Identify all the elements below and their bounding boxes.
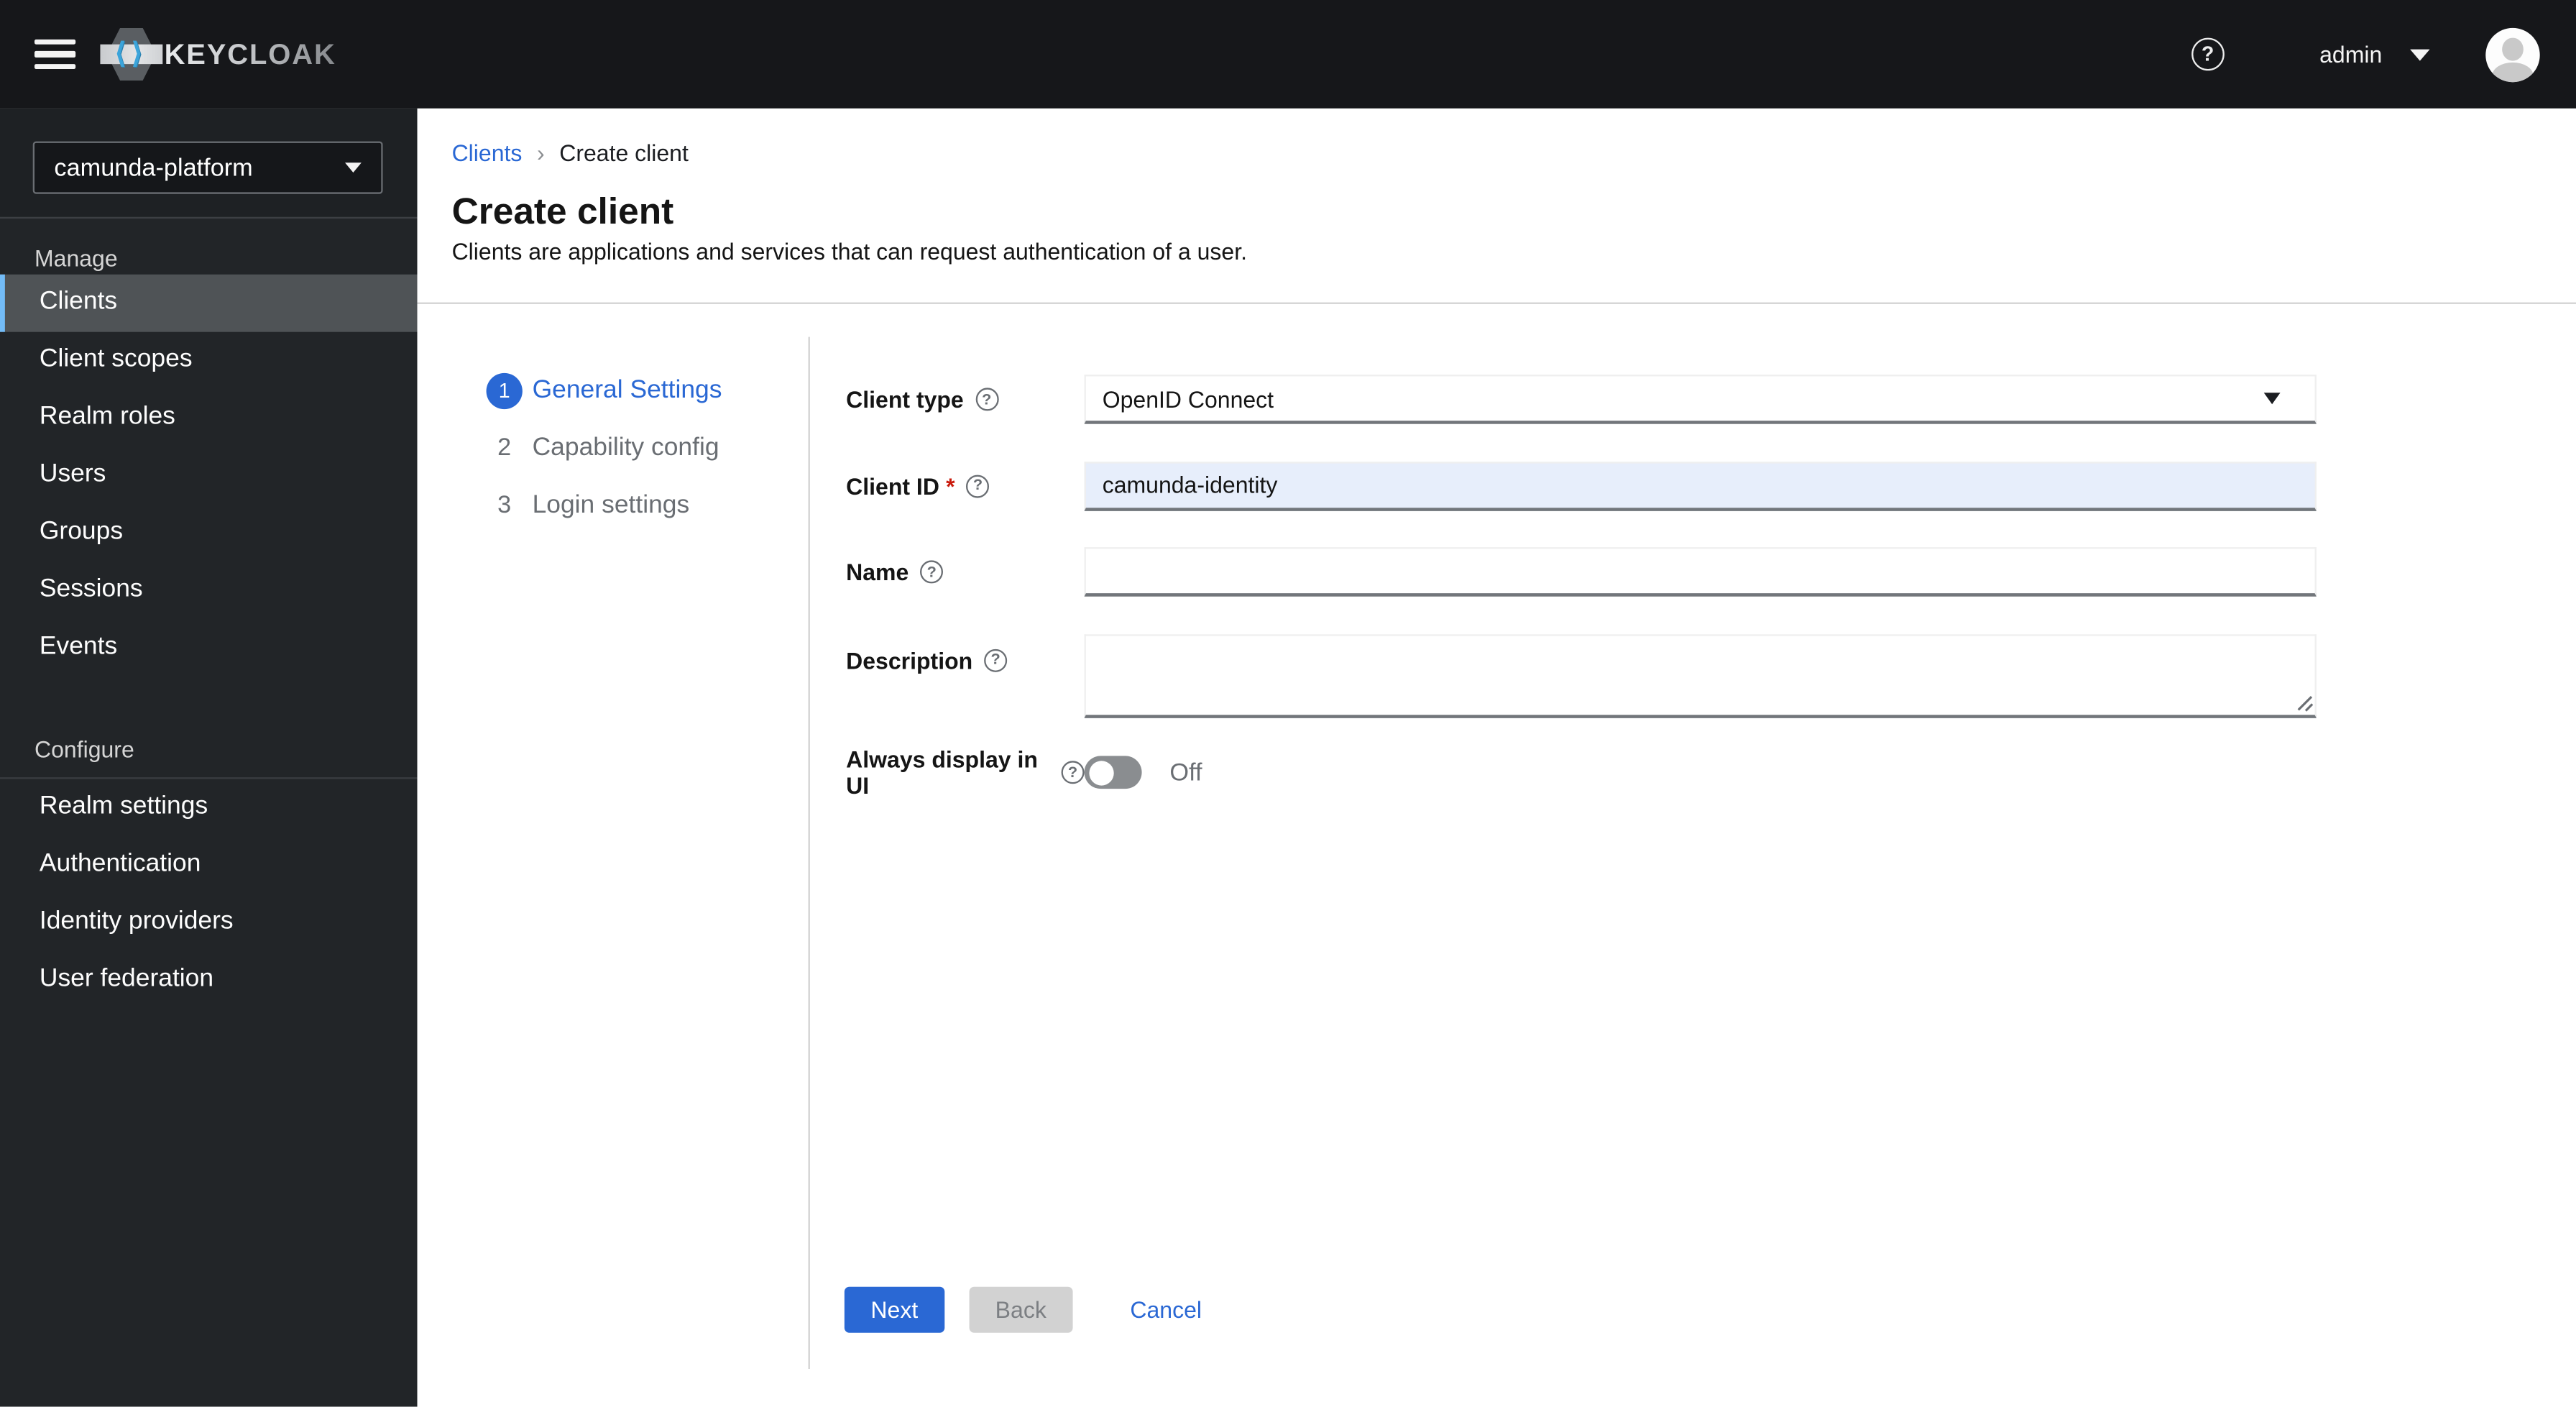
hamburger-icon bbox=[34, 38, 76, 45]
avatar[interactable] bbox=[2485, 27, 2540, 82]
description-textarea[interactable] bbox=[1084, 633, 2317, 718]
cancel-button[interactable]: Cancel bbox=[1121, 1295, 1212, 1324]
help-icon[interactable] bbox=[966, 474, 990, 498]
description-row: Description bbox=[846, 633, 2576, 718]
wizard-footer: Next Back Cancel bbox=[844, 1286, 2576, 1333]
help-icon[interactable] bbox=[1061, 761, 1085, 784]
current-realm: camunda-platform bbox=[54, 153, 253, 182]
sidebar-item-user-federation[interactable]: User federation bbox=[0, 950, 418, 1008]
name-label: Name bbox=[846, 559, 1084, 585]
client-id-input[interactable] bbox=[1084, 461, 2317, 510]
help-icon[interactable] bbox=[984, 648, 1008, 672]
breadcrumb-clients-link[interactable]: Clients bbox=[452, 139, 523, 165]
create-client-form: Client type OpenID Connect Client ID * bbox=[810, 304, 2576, 1407]
username: admin bbox=[2319, 41, 2383, 68]
main-content: Clients › Create client Create client Cl… bbox=[417, 108, 2576, 1407]
page-subtitle: Clients are applications and services th… bbox=[451, 238, 1248, 265]
sidebar-item-events[interactable]: Events bbox=[0, 619, 418, 677]
chevron-down-icon bbox=[2410, 48, 2430, 60]
sidebar-item-clients[interactable]: Clients bbox=[0, 273, 418, 331]
back-button[interactable]: Back bbox=[969, 1286, 1073, 1333]
name-input[interactable] bbox=[1084, 547, 2317, 597]
required-asterisk: * bbox=[946, 472, 955, 499]
chevron-down-icon bbox=[345, 162, 362, 173]
nav-section-manage: Manage bbox=[34, 244, 118, 272]
chevron-down-icon bbox=[2263, 393, 2281, 405]
description-label: Description bbox=[846, 633, 1084, 673]
sidebar-item-identity-providers[interactable]: Identity providers bbox=[0, 893, 418, 950]
sidebar: camunda-platform Manage Clients Client s… bbox=[0, 108, 418, 1407]
keycloak-admin-console: ⟨ ⟩ KEYCLOAK admin camunda-platform Ma bbox=[0, 0, 2576, 1407]
sidebar-item-client-scopes[interactable]: Client scopes bbox=[0, 331, 418, 389]
breadcrumb: Clients › Create client bbox=[452, 138, 2576, 166]
nav-toggle-button[interactable] bbox=[34, 38, 76, 70]
nav-list-configure: Realm settings Authentication Identity p… bbox=[0, 778, 418, 1008]
client-type-select[interactable]: OpenID Connect bbox=[1084, 375, 2317, 424]
name-row: Name bbox=[846, 547, 2576, 597]
wizard-step-login-settings[interactable]: 3 Login settings bbox=[487, 477, 809, 534]
sidebar-item-sessions[interactable]: Sessions bbox=[0, 562, 418, 619]
brand-text: KEYCLOAK bbox=[165, 37, 336, 71]
chevron-left-glyph: ⟨ bbox=[115, 37, 126, 70]
toggle-state-label: Off bbox=[1169, 758, 1202, 787]
breadcrumb-separator-icon: › bbox=[536, 139, 545, 165]
user-menu[interactable]: admin bbox=[2319, 41, 2430, 68]
wizard-step-general-settings[interactable]: 1 General Settings bbox=[486, 362, 809, 419]
masthead-actions: admin bbox=[2191, 27, 2576, 82]
wizard: 1 General Settings 2 Capability config 3… bbox=[418, 304, 2576, 1407]
realm-selector[interactable]: camunda-platform bbox=[32, 141, 383, 194]
page-header: Clients › Create client Create client Cl… bbox=[417, 109, 2576, 304]
keycloak-logo-icon: ⟨ ⟩ bbox=[100, 27, 163, 83]
always-display-toggle[interactable] bbox=[1084, 756, 1142, 789]
sidebar-item-realm-settings[interactable]: Realm settings bbox=[0, 778, 418, 835]
nav-list-manage: Clients Client scopes Realm roles Users … bbox=[0, 273, 418, 677]
always-display-row: Always display in UI Off bbox=[846, 746, 2576, 799]
sidebar-item-groups[interactable]: Groups bbox=[0, 504, 418, 562]
client-type-label: Client type bbox=[846, 386, 1084, 413]
sidebar-item-realm-roles[interactable]: Realm roles bbox=[0, 389, 418, 446]
help-icon[interactable] bbox=[2191, 37, 2225, 71]
step-number-badge: 1 bbox=[486, 372, 523, 408]
realm-selector-section: camunda-platform bbox=[0, 108, 418, 219]
wizard-steps-nav: 1 General Settings 2 Capability config 3… bbox=[418, 336, 810, 1370]
always-display-label: Always display in UI bbox=[846, 746, 1085, 799]
nav-section-configure: Configure bbox=[34, 735, 134, 762]
chevron-right-glyph: ⟩ bbox=[131, 37, 143, 70]
client-type-value: OpenID Connect bbox=[1102, 385, 1274, 412]
sidebar-item-users[interactable]: Users bbox=[0, 446, 418, 504]
step-number: 3 bbox=[497, 491, 512, 520]
sidebar-item-authentication[interactable]: Authentication bbox=[0, 835, 418, 893]
next-button[interactable]: Next bbox=[844, 1286, 944, 1333]
step-number: 2 bbox=[497, 434, 512, 462]
wizard-step-capability-config[interactable]: 2 Capability config bbox=[487, 419, 809, 477]
help-icon[interactable] bbox=[920, 560, 944, 584]
page-title: Create client bbox=[451, 191, 674, 232]
client-id-row: Client ID * bbox=[846, 461, 2576, 510]
keycloak-logo: ⟨ ⟩ KEYCLOAK bbox=[100, 22, 336, 87]
help-icon[interactable] bbox=[975, 388, 998, 411]
client-id-label: Client ID * bbox=[846, 472, 1084, 499]
breadcrumb-current: Create client bbox=[559, 139, 689, 165]
masthead: ⟨ ⟩ KEYCLOAK admin bbox=[0, 0, 2576, 109]
client-type-row: Client type OpenID Connect bbox=[846, 375, 2576, 424]
